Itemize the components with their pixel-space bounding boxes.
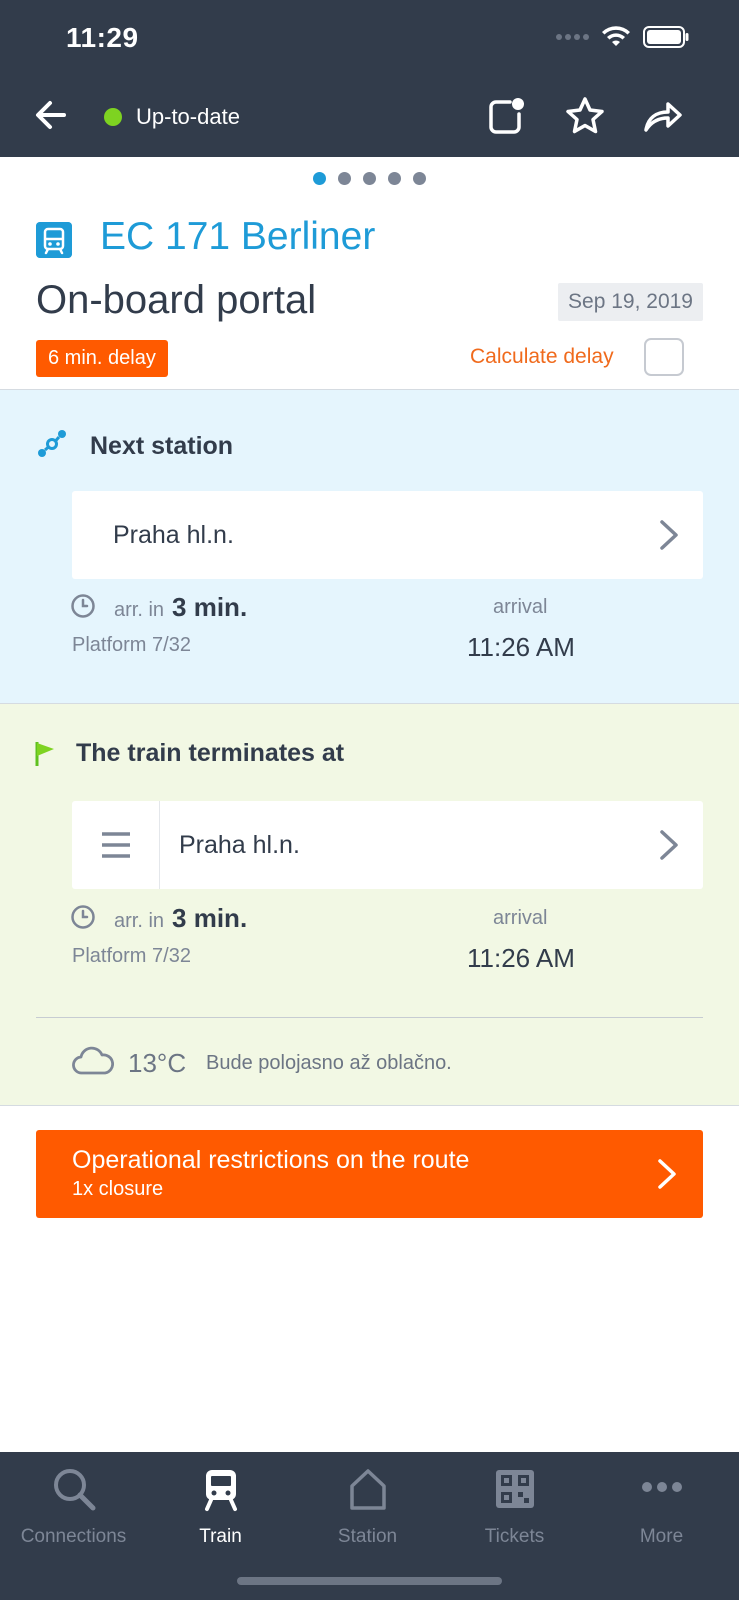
terminus-section: The train terminates at Praha hl.n. arr.… xyxy=(0,704,739,1106)
live-status-text: Up-to-date xyxy=(136,104,240,129)
status-icons xyxy=(556,26,689,48)
calculate-delay-label[interactable]: Calculate delay xyxy=(470,345,614,369)
platform: Platform 7/32 xyxy=(72,634,191,656)
cloud-icon xyxy=(72,1046,114,1075)
restrictions-title: Operational restrictions on the route xyxy=(72,1146,470,1174)
page-dot xyxy=(363,172,376,185)
train-name: EC 171 Berliner xyxy=(100,215,376,258)
arrival-time: 11:26 AM xyxy=(467,632,575,662)
menu-cell xyxy=(72,801,160,889)
nav-label: Train xyxy=(199,1526,242,1547)
route-icon xyxy=(38,430,66,457)
chevron-right-icon xyxy=(660,520,678,550)
nav-label: Station xyxy=(337,1526,398,1547)
nav-label: Connections xyxy=(20,1526,127,1547)
next-station-section: Next station Praha hl.n. arr. in 3 min. … xyxy=(0,389,739,704)
clock-icon xyxy=(71,905,95,929)
terminus-title: The train terminates at xyxy=(76,739,345,767)
nav-station[interactable]: Station xyxy=(294,1452,441,1562)
calculate-delay-checkbox[interactable] xyxy=(644,338,684,376)
top-bar: 11:29 Up-to-date xyxy=(0,0,739,157)
arr-label: arr. in xyxy=(114,599,165,621)
qr-code-icon xyxy=(495,1470,534,1508)
next-station-card[interactable]: Praha hl.n. xyxy=(72,491,703,579)
nav-train[interactable]: Train xyxy=(147,1452,294,1562)
weather-temperature: 13°C xyxy=(128,1048,187,1078)
home-icon xyxy=(349,1469,386,1510)
terminus-station-card[interactable]: Praha hl.n. xyxy=(72,801,703,889)
status-dot xyxy=(104,108,122,126)
arrival-countdown: arr. in 3 min. xyxy=(114,903,247,934)
nav-label: Tickets xyxy=(484,1526,545,1547)
page-dot xyxy=(413,172,426,185)
station-name: Praha hl.n. xyxy=(113,521,234,549)
date-badge: Sep 19, 2019 xyxy=(558,283,703,321)
flag-icon xyxy=(35,742,54,766)
wifi-icon xyxy=(602,26,630,46)
back-arrow-icon[interactable] xyxy=(30,94,72,136)
arrival-countdown: arr. in 3 min. xyxy=(114,592,247,623)
restrictions-subtitle: 1x closure xyxy=(72,1178,164,1200)
nav-label: More xyxy=(639,1526,684,1547)
clock-icon xyxy=(71,594,95,618)
page-indicator[interactable] xyxy=(0,172,739,185)
delay-badge: 6 min. delay xyxy=(36,340,168,377)
divider xyxy=(36,1017,703,1018)
live-status: Up-to-date xyxy=(104,104,240,130)
notification-icon[interactable] xyxy=(484,94,528,138)
chevron-right-icon xyxy=(660,830,678,860)
page-dot xyxy=(388,172,401,185)
cellular-signal-icon xyxy=(556,34,589,40)
home-indicator xyxy=(237,1577,502,1585)
arrival-label: arrival xyxy=(493,907,548,929)
page-dot xyxy=(338,172,351,185)
arrival-label: arrival xyxy=(493,596,548,618)
chevron-right-icon xyxy=(658,1159,676,1189)
menu-icon xyxy=(102,832,130,858)
search-icon xyxy=(53,1469,95,1511)
train-icon xyxy=(36,222,72,258)
share-icon[interactable] xyxy=(640,94,684,138)
nav-more[interactable]: More xyxy=(588,1452,735,1562)
page-title: On-board portal xyxy=(36,278,317,322)
battery-icon xyxy=(643,26,689,48)
weather-description: Bude polojasno až oblačno. xyxy=(206,1052,452,1074)
train-icon xyxy=(204,1470,237,1511)
station-name: Praha hl.n. xyxy=(179,831,300,859)
arr-value: 3 min. xyxy=(172,903,248,933)
nav-connections[interactable]: Connections xyxy=(0,1452,147,1562)
status-time: 11:29 xyxy=(66,22,139,53)
arrival-time: 11:26 AM xyxy=(467,943,575,973)
next-station-title: Next station xyxy=(90,432,234,460)
nav-tickets[interactable]: Tickets xyxy=(441,1452,588,1562)
arr-value: 3 min. xyxy=(172,592,248,622)
header: Up-to-date xyxy=(0,88,739,148)
platform: Platform 7/32 xyxy=(72,945,191,967)
arr-label: arr. in xyxy=(114,910,165,932)
restrictions-banner[interactable]: Operational restrictions on the route 1x… xyxy=(36,1130,703,1218)
more-dots-icon xyxy=(641,1482,682,1492)
page-dot xyxy=(313,172,326,185)
star-icon[interactable] xyxy=(563,94,607,138)
